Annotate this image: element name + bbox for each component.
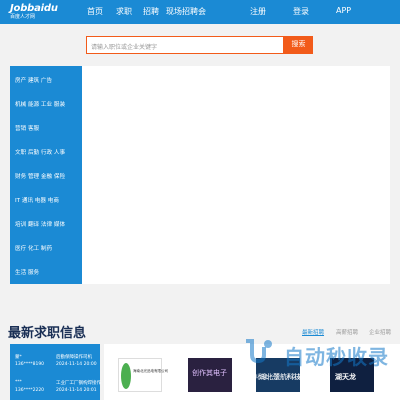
category-item[interactable]: IT 通讯 电器 电商 — [15, 196, 59, 204]
category-item[interactable]: 生活 服务 — [15, 268, 39, 276]
category-item[interactable]: 房产 建筑 广告 — [15, 76, 52, 84]
category-item[interactable]: 营销 客服 — [15, 124, 39, 132]
category-item[interactable]: 财务 管理 金融 保险 — [15, 172, 65, 180]
company-card-label: 海南北光品电有限公司 — [133, 369, 168, 373]
nav-login[interactable]: 登录 — [293, 6, 309, 17]
category-item[interactable]: 培训 翻译 法律 媒体 — [15, 220, 65, 228]
watermark-text: 自动秒收录 — [284, 345, 389, 369]
site-logo[interactable]: Jobbaidu 百度人才网 — [10, 3, 62, 21]
category-item[interactable]: 文职 后勤 行政 人事 — [15, 148, 65, 156]
job-phone: 136****8190 — [15, 362, 45, 367]
company-card[interactable]: 创作其电子 — [188, 358, 232, 392]
watermark-overlay: 自动秒收录 收录一次 · 永久收录 — [234, 334, 394, 388]
job-date: 2024-11-14 20:01 — [56, 388, 97, 393]
nav-register[interactable]: 注册 — [250, 6, 266, 17]
watermark-subtext: 收录一次 · 永久收录 — [256, 374, 310, 381]
category-item[interactable]: 医疗 化工 制药 — [15, 244, 52, 252]
category-sidebar: 房产 建筑 广告 机械 能源 工业 服装 营销 客服 文职 后勤 行政 人事 财… — [10, 66, 82, 284]
nav-recruiting[interactable]: 招聘 — [143, 6, 159, 17]
job-phone: 136****2220 — [15, 388, 45, 393]
job-title[interactable]: 后勤保障操作司机 — [56, 354, 92, 360]
job-seeker-list: 蒙* 136****8190 后勤保障操作司机 2024-11-14 20:00… — [10, 344, 101, 400]
nav-home[interactable]: 首页 — [87, 6, 103, 17]
company-logo-icon — [121, 363, 131, 389]
search-button[interactable]: 搜索 — [284, 36, 313, 54]
watermark-logo-icon — [246, 339, 272, 364]
job-name: 蒙* — [15, 355, 22, 360]
nav-app[interactable]: APP — [336, 6, 351, 15]
main-content-panel — [82, 66, 390, 284]
nav-job-seeking[interactable]: 求职 — [116, 6, 132, 17]
search-input[interactable]: 请输入职位或企业关键字 — [86, 36, 284, 54]
logo-tagline: 百度人才网 — [10, 14, 36, 20]
company-card-label: 创作其电子 — [192, 369, 227, 377]
company-card[interactable]: 海南北光品电有限公司 — [118, 358, 168, 392]
section-title: 最新求职信息 — [8, 326, 87, 341]
logo-name: Jobbaidu — [10, 3, 58, 14]
job-date: 2024-11-14 20:00 — [56, 362, 97, 367]
job-title[interactable]: 工业厂工厂钢构焊接作 — [56, 380, 101, 386]
top-navigation-bar: Jobbaidu 百度人才网 首页 求职 招聘 现场招聘会 注册 登录 APP — [0, 0, 400, 24]
job-name: *** — [15, 380, 22, 385]
category-item[interactable]: 机械 能源 工业 服装 — [15, 100, 65, 108]
nav-job-fair[interactable]: 现场招聘会 — [166, 6, 206, 17]
